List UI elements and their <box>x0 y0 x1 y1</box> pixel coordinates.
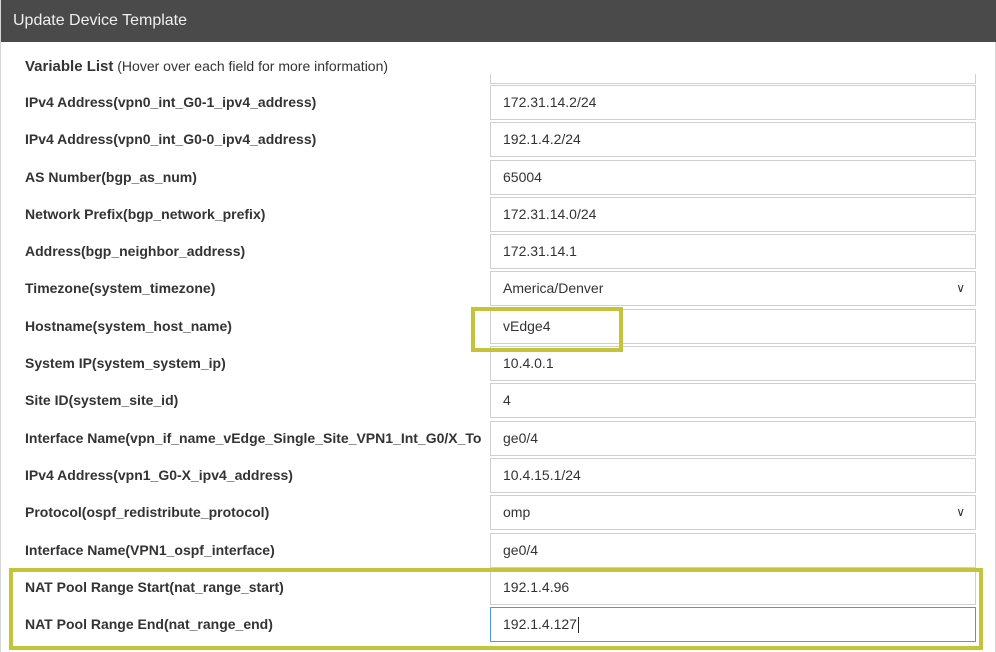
update-device-template-dialog: Update Device Template Variable List (Ho… <box>0 0 996 652</box>
row-vpn0-g0-1-ipv4: IPv4 Address(vpn0_int_G0-1_ipv4_address)… <box>1 84 996 121</box>
nat-range-end-input[interactable]: 192.1.4.127 <box>490 607 976 643</box>
vpn0-g0-1-ipv4-input[interactable]: 172.31.14.2/24 <box>490 85 976 120</box>
interface-name-input[interactable]: ge0/4 <box>490 420 976 456</box>
row-system-timezone: Timezone(system_timezone) America/Denver… <box>1 270 996 307</box>
chevron-down-icon: ∨ <box>956 281 965 296</box>
field-label: Hostname(system_host_name) <box>25 317 232 334</box>
row-bgp-neighbor-address: Address(bgp_neighbor_address) 172.31.14.… <box>1 233 996 270</box>
row-vpn-if-name: Interface Name(vpn_if_name_vEdge_Single_… <box>1 420 996 457</box>
vpn0-g0-0-ipv4-input[interactable]: 192.1.4.2/24 <box>490 122 976 158</box>
field-label: IPv4 Address(vpn1_G0-X_ipv4_address) <box>25 466 293 483</box>
field-label: NAT Pool Range Start(nat_range_start) <box>25 578 284 595</box>
row-nat-range-end: NAT Pool Range End(nat_range_end) 192.1.… <box>1 606 996 643</box>
field-label: Protocol(ospf_redistribute_protocol) <box>25 504 270 521</box>
dialog-title: Update Device Template <box>1 0 996 42</box>
scrolled-field-stub <box>490 74 976 84</box>
vpn1-g0-x-ipv4-input[interactable]: 10.4.15.1/24 <box>490 457 976 493</box>
field-label: Address(bgp_neighbor_address) <box>25 243 246 260</box>
row-bgp-network-prefix: Network Prefix(bgp_network_prefix) 172.3… <box>1 196 996 233</box>
row-system-ip: System IP(system_system_ip) 10.4.0.1 <box>1 345 996 382</box>
field-label: Interface Name(VPN1_ospf_interface) <box>25 541 275 558</box>
nat-range-start-input[interactable]: 192.1.4.96 <box>490 569 976 605</box>
hostname-input[interactable]: vEdge4 <box>490 308 976 344</box>
field-label: AS Number(bgp_as_num) <box>25 168 197 185</box>
field-label: System IP(system_system_ip) <box>25 355 226 372</box>
system-ip-input[interactable]: 10.4.0.1 <box>490 346 976 382</box>
protocol-select[interactable]: omp ∨ <box>490 495 976 531</box>
timezone-select[interactable]: America/Denver ∨ <box>490 271 976 307</box>
bgp-network-prefix-input[interactable]: 172.31.14.0/24 <box>490 196 976 232</box>
field-label: Network Prefix(bgp_network_prefix) <box>25 205 266 222</box>
variable-list-hint: (Hover over each field for more informat… <box>117 58 389 74</box>
row-vpn1-g0-x-ipv4: IPv4 Address(vpn1_G0-X_ipv4_address) 10.… <box>1 457 996 494</box>
field-label: Interface Name(vpn_if_name_vEdge_Single_… <box>25 429 482 446</box>
row-bgp-as-num: AS Number(bgp_as_num) 65004 <box>1 159 996 196</box>
row-nat-range-start: NAT Pool Range Start(nat_range_start) 19… <box>1 569 996 606</box>
field-label: IPv4 Address(vpn0_int_G0-1_ipv4_address) <box>25 94 317 110</box>
field-label: IPv4 Address(vpn0_int_G0-0_ipv4_address) <box>25 131 317 148</box>
field-label: Timezone(system_timezone) <box>25 280 216 297</box>
text-cursor <box>577 617 579 634</box>
bgp-neighbor-address-input[interactable]: 172.31.14.1 <box>490 234 976 270</box>
row-vpn1-ospf-interface: Interface Name(VPN1_ospf_interface) ge0/… <box>1 532 996 569</box>
bgp-as-num-input[interactable]: 65004 <box>490 159 976 195</box>
row-vpn0-g0-0-ipv4: IPv4 Address(vpn0_int_G0-0_ipv4_address)… <box>1 121 996 158</box>
variable-list-title: Variable List <box>25 58 114 75</box>
variable-rows: IPv4 Address(vpn0_int_G0-1_ipv4_address)… <box>1 84 996 643</box>
chevron-down-icon: ∨ <box>956 505 965 520</box>
field-label: NAT Pool Range End(nat_range_end) <box>25 616 273 633</box>
ospf-interface-input[interactable]: ge0/4 <box>490 532 976 568</box>
row-ospf-redistribute-protocol: Protocol(ospf_redistribute_protocol) omp… <box>1 494 996 531</box>
row-system-host-name: Hostname(system_host_name) vEdge4 <box>1 308 996 345</box>
site-id-input[interactable]: 4 <box>490 383 976 419</box>
field-label: Site ID(system_site_id) <box>25 392 179 409</box>
row-site-id: Site ID(system_site_id) 4 <box>1 382 996 419</box>
variable-list-header: Variable List (Hover over each field for… <box>25 58 388 75</box>
